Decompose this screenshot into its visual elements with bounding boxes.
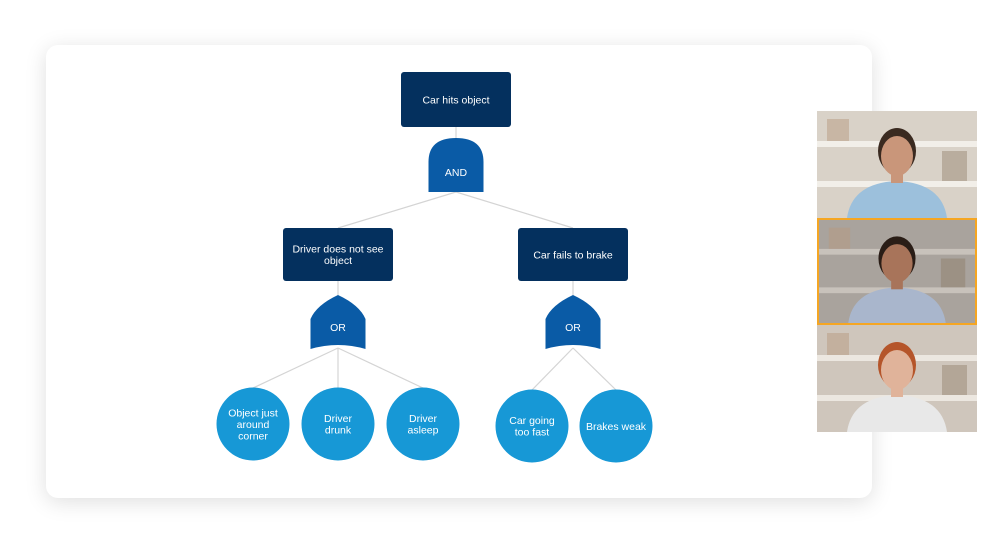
basic-event-label: Car going too fast bbox=[509, 415, 555, 439]
connector-line bbox=[531, 347, 574, 391]
and-gate bbox=[428, 138, 484, 192]
video-tile-participant[interactable] bbox=[817, 111, 977, 218]
connector-line bbox=[252, 347, 339, 389]
connector-line bbox=[572, 347, 617, 391]
connector-line bbox=[337, 191, 457, 229]
root-event-box-label: Car hits object bbox=[422, 94, 489, 106]
participant-video-feed bbox=[817, 325, 977, 432]
intermediate-event-box-label: Car fails to brake bbox=[533, 249, 613, 261]
basic-event-label: Driver drunk bbox=[324, 413, 353, 437]
or-gate-label: OR bbox=[330, 322, 346, 334]
video-tile-participant[interactable] bbox=[817, 325, 977, 432]
video-participants bbox=[817, 111, 977, 432]
basic-event-label: Brakes weak bbox=[586, 421, 647, 433]
connector-line bbox=[337, 347, 424, 389]
and-gate-label: AND bbox=[445, 167, 468, 179]
basic-event-label: Driver asleep bbox=[408, 413, 439, 437]
participant-video-feed bbox=[817, 111, 977, 218]
or-gate-label: OR bbox=[565, 322, 581, 334]
connector-line bbox=[455, 191, 574, 229]
video-tile-participant[interactable] bbox=[817, 218, 977, 325]
participant-video-feed bbox=[819, 220, 975, 323]
